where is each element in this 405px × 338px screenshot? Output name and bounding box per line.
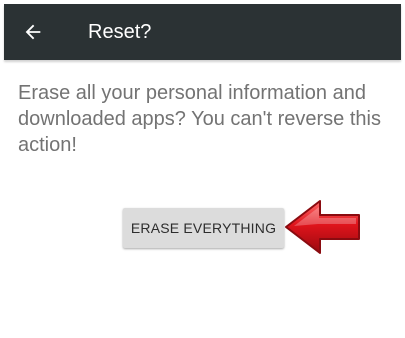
- pointing-arrow-icon: [285, 200, 360, 254]
- page-title: Reset?: [88, 21, 152, 43]
- toolbar: Reset?: [4, 4, 401, 60]
- erase-everything-button[interactable]: ERASE EVERYTHING: [123, 208, 284, 248]
- back-button[interactable]: [19, 18, 47, 46]
- reset-warning-message: Erase all your personal information and …: [18, 82, 381, 156]
- arrow-left-icon: [25, 24, 41, 40]
